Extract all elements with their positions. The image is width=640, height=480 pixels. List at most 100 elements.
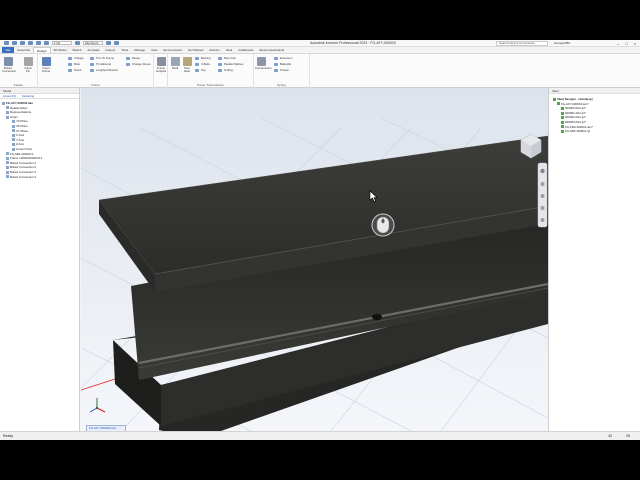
bolt-icon (6, 170, 9, 174)
design-view-combo[interactable]: 1:(4) (52, 41, 72, 45)
appearance-icon[interactable] (75, 41, 80, 45)
browser-tab-modeling[interactable]: Modeling (19, 94, 37, 98)
o-ring-button[interactable]: O-Ring (218, 68, 233, 73)
tree-item[interactable]: Bolted Connection:4 (2, 175, 77, 180)
trim-to-frame-button[interactable]: Trim To Frame (90, 56, 114, 61)
tab-get-started[interactable]: Get Started (185, 47, 206, 53)
part-icon (6, 152, 9, 156)
notch-button[interactable]: Notch (68, 68, 81, 73)
belleville-button[interactable]: Belleville (274, 62, 291, 67)
v-belts-button[interactable]: V-Belts (195, 62, 210, 67)
clevis-pin-button[interactable]: Clevis Pin (22, 57, 34, 73)
plane-icon (12, 120, 15, 124)
compression-button[interactable]: Compression (255, 57, 271, 70)
change-button[interactable]: Change (68, 56, 84, 61)
folder-icon (6, 110, 9, 114)
parameters-icon[interactable] (106, 41, 111, 45)
extension-button[interactable]: Extension (274, 56, 292, 61)
window-title: Autodesk Inventor Professional 2023 · FG… (310, 41, 396, 45)
assembly-icon (561, 125, 564, 129)
folder-icon (6, 115, 9, 119)
part-icon (561, 129, 564, 133)
help-search-input[interactable]: Search Help & Commands... (496, 41, 548, 46)
gear-icon (182, 57, 192, 66)
bolted-connection-button[interactable]: Bolted Connection (2, 57, 16, 73)
frame-analysis-button[interactable]: Frame Analysis (155, 57, 167, 73)
window-controls: – □ × (617, 41, 636, 46)
graphics-viewport[interactable]: FG-AFY-000003.iam (81, 88, 548, 431)
occurrence-count: 42 (608, 434, 613, 438)
axis-icon (12, 143, 15, 147)
close-icon[interactable]: × (634, 41, 636, 46)
bolt-icon (6, 166, 9, 170)
user-account[interactable]: anurag1089 (554, 41, 570, 45)
spur-gear-button[interactable]: Spur Gear (181, 57, 193, 73)
miter-button[interactable]: Miter (68, 62, 80, 67)
shaft-button[interactable]: Shaft (169, 57, 181, 70)
tab-file[interactable]: File (2, 47, 14, 53)
quick-access-toolbar: 1:(4) Aluminum (0, 41, 119, 45)
tab-electromechanical[interactable]: Electromechanical (257, 47, 288, 53)
zoom-icon (540, 194, 545, 198)
steering-wheel-icon (540, 168, 545, 174)
save-icon[interactable] (28, 41, 33, 45)
tab-add-ins[interactable]: Add-Ins (206, 47, 222, 53)
tab-design[interactable]: Design (33, 47, 51, 53)
tab-3d-model[interactable]: 3D Model (51, 47, 70, 53)
frame-group-label: Frame (91, 83, 100, 87)
torsion-button[interactable]: Torsion (274, 68, 289, 73)
parallel-splines-button[interactable]: Parallel Splines (218, 62, 243, 67)
model-canvas[interactable] (81, 88, 548, 431)
tab-manage[interactable]: Manage (131, 47, 148, 53)
shaft-icon (170, 57, 180, 66)
ribbon-tabs: File Assemble Design 3D Model Sketch Ann… (0, 47, 640, 54)
frame-icon (6, 156, 9, 160)
vault-panel: Vault Vault Designs - Hondaj.ipj FG-AFY-… (548, 88, 640, 431)
browser-tab-assembly[interactable]: Assembly (0, 94, 19, 98)
part-icon (561, 116, 564, 120)
pan-icon (540, 182, 545, 186)
vault-icon (553, 97, 556, 101)
assembly-icon (2, 101, 5, 105)
ribbon-panel: Bolted Connection Clevis Pin Fasten Inse… (0, 54, 640, 88)
frame-group: Insert Frame Change Miter Notch Trim To … (38, 54, 154, 88)
tab-collaborate[interactable]: Collaborate (235, 47, 256, 53)
insert-frame-button[interactable]: Insert Frame (40, 57, 52, 73)
disc-cam-button[interactable]: Disc Cam (218, 56, 236, 61)
tab-view[interactable]: View (148, 47, 160, 53)
measure-icon[interactable] (114, 41, 119, 45)
tab-environments[interactable]: Environments (161, 47, 185, 53)
tab-inspect[interactable]: Inspect (103, 47, 119, 53)
plane-icon (12, 129, 15, 133)
model-browser: Model Assembly Modeling FG-AFY-000003.ia… (0, 88, 80, 431)
assembly-icon (557, 102, 560, 106)
redo-icon[interactable] (44, 41, 49, 45)
power-transmission-group: Shaft Spur Gear Bearing V-Belts Key Disc… (168, 54, 254, 88)
folder-icon (6, 106, 9, 110)
fasten-group: Bolted Connection Clevis Pin Fasten (0, 54, 38, 88)
change-reuse-button[interactable]: Change Reuse (126, 62, 151, 67)
tab-sketch[interactable]: Sketch (69, 47, 84, 53)
minimize-icon[interactable]: – (617, 41, 619, 46)
maximize-icon[interactable]: □ (625, 41, 627, 46)
navigation-bar[interactable] (537, 162, 548, 228)
home-icon[interactable] (4, 41, 9, 45)
status-counts: 42 29 (608, 432, 630, 440)
bearing-button[interactable]: Bearing (195, 56, 211, 61)
analysis-group: Frame Analysis (154, 54, 168, 88)
lengthen-shorten-button[interactable]: Lengthen/Shorten (90, 68, 118, 73)
trim-extend-button[interactable]: Trim/Extend (90, 62, 111, 67)
bolt-icon (6, 175, 9, 179)
open-icon[interactable] (20, 41, 25, 45)
spring-icon (256, 57, 266, 66)
undo-icon[interactable] (36, 41, 41, 45)
key-button[interactable]: Key (195, 68, 206, 73)
vault-item[interactable]: FG-SRF-000001.ipt (553, 129, 636, 134)
tab-assemble[interactable]: Assemble (14, 47, 33, 53)
tab-tools[interactable]: Tools (118, 47, 131, 53)
material-combo[interactable]: Aluminum (83, 41, 103, 45)
tab-annotate[interactable]: Annotate (85, 47, 103, 53)
new-icon[interactable] (12, 41, 17, 45)
tab-vault[interactable]: Vault (223, 47, 236, 53)
reuse-button[interactable]: Reuse (126, 56, 140, 61)
